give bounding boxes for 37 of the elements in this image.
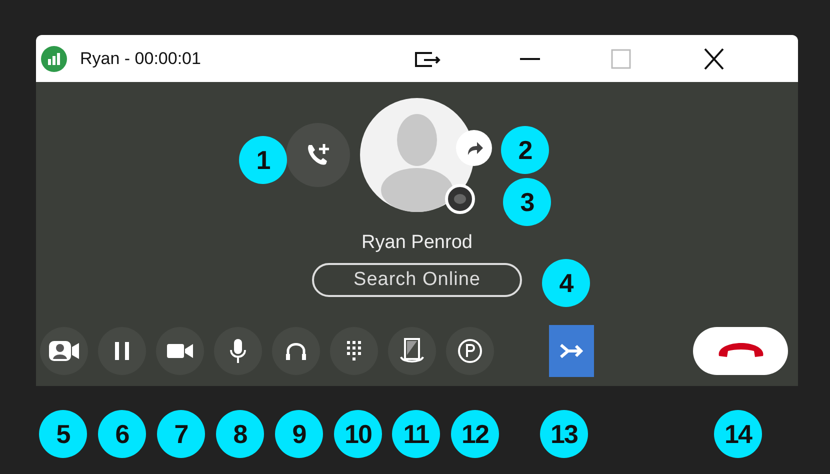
forward-button[interactable]: [456, 130, 492, 166]
callout-number: 13: [540, 410, 588, 458]
video-camera-icon: [166, 341, 194, 361]
contact-card-button[interactable]: [40, 327, 88, 375]
merge-arrow-icon: [558, 341, 584, 361]
app-logo-icon: [40, 44, 68, 72]
search-online-button[interactable]: Search Online: [312, 263, 522, 297]
end-call-button[interactable]: [693, 327, 788, 375]
microphone-icon: [228, 337, 248, 365]
microphone-button[interactable]: [214, 327, 262, 375]
callout-number: 11: [392, 410, 440, 458]
headset-button[interactable]: [272, 327, 320, 375]
park-button[interactable]: [446, 327, 494, 375]
keypad-icon: [346, 340, 362, 362]
callout-number: 8: [216, 410, 264, 458]
keypad-button[interactable]: [330, 327, 378, 375]
callout-number: 9: [275, 410, 323, 458]
callout-number: 6: [98, 410, 146, 458]
pause-button[interactable]: [98, 327, 146, 375]
callout-number: 14: [714, 410, 762, 458]
callout-number: 10: [334, 410, 382, 458]
contact-video-icon: [48, 339, 80, 363]
chat-icon: [453, 193, 467, 205]
video-button[interactable]: [156, 327, 204, 375]
callout-number: 12: [451, 410, 499, 458]
callout-number: 5: [39, 410, 87, 458]
chat-button[interactable]: [445, 184, 475, 214]
callout-number: 7: [157, 410, 205, 458]
window-title: Ryan - 00:00:01: [80, 48, 201, 68]
headset-icon: [285, 340, 307, 362]
merge-button[interactable]: [549, 325, 594, 377]
pause-icon: [112, 340, 132, 362]
park-icon: [457, 338, 483, 364]
contact-name: Ryan Penrod: [362, 232, 472, 254]
transfer-device-button[interactable]: [388, 327, 436, 375]
device-icon: [399, 337, 425, 365]
close-icon[interactable]: [702, 48, 726, 70]
